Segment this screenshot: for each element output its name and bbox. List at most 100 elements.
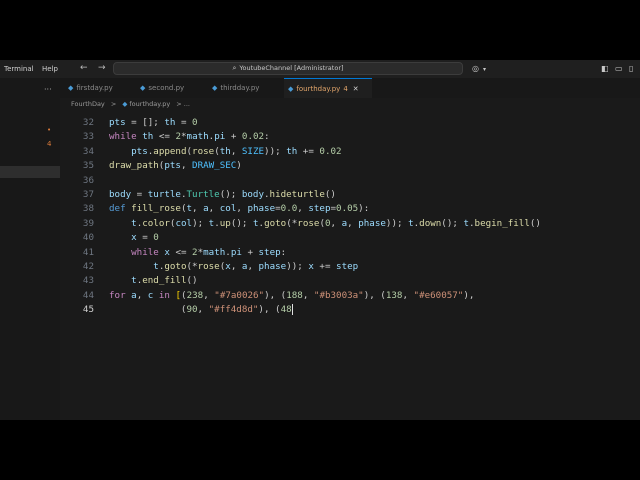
editor-tabs: ◆ firstday.py ◆ second.py ◆ thirdday.py ◆ fo… [60,78,640,99]
code-text: draw_path(pts, DRAW_SEC) [109,159,242,173]
code-token: 0 [192,117,198,128]
vscode-window: Terminal Help ← → ⌕ YoutubeChannel [Admin… [0,60,640,420]
code-text: x = 0 [109,231,159,245]
code-editor[interactable]: 32 pts = []; th = 0 33 while th <= 2*math.p… [60,111,640,420]
code-token: pi [230,246,242,258]
code-line[interactable]: 45 (90, "#ff4d8d"), (48 [60,303,640,317]
side-panel: ··· • 4 [0,78,60,420]
code-token: , [302,289,314,301]
code-token: )); [385,217,403,229]
code-token: th [219,145,231,157]
code-token: )); [264,145,281,157]
more-actions-icon[interactable]: ··· [44,85,52,94]
code-token: hideturtle [269,189,325,200]
code-line[interactable]: 34 pts.append(rose(th, SIZE)); th += 0.0… [60,145,640,159]
code-text: t.end_fill() [109,274,197,288]
tab-fourthday[interactable]: ◆ fourthday.py 4 ✕ [284,78,372,98]
breadcrumb-file[interactable]: fourthday.py [129,100,170,108]
code-line[interactable]: 43 t.end_fill() [60,274,640,288]
code-token: , [203,289,215,301]
code-line[interactable]: 38 def fill_rose(t, a, col, phase=0.0, st… [60,202,640,216]
code-token: = [131,189,148,200]
layout-panel-icon[interactable]: ▭ [615,64,623,73]
code-token: col [175,217,193,229]
code-token: (* [286,217,298,229]
copilot-icon[interactable]: ◎ [472,64,479,73]
code-token: () [529,217,541,229]
code-line[interactable]: 40 x = 0 [60,231,640,245]
code-line[interactable]: 37 body = turtle.Turtle(); body.hideturtl… [60,188,640,202]
menu-help[interactable]: Help [42,65,58,73]
code-token: : [280,246,287,258]
line-number: 42 [82,261,94,272]
menu-terminal[interactable]: Terminal [4,65,34,73]
line-number: 39 [82,217,94,229]
code-line[interactable]: 42 t.goto(*rose(x, a, phase)); x += step [60,260,640,274]
code-token: phase [358,217,386,229]
code-token: color [142,217,170,229]
breadcrumb-more[interactable]: > ... [176,100,190,108]
layout-sidebar-icon[interactable]: ◧ [601,64,609,73]
code-token: , [136,289,148,301]
code-token: , [347,217,359,229]
line-number: 34 [82,145,94,157]
code-line[interactable]: 36 [60,174,640,188]
code-token: th [164,117,176,128]
code-token: pi [214,131,226,143]
code-token: phase [247,203,276,215]
code-token: in [158,289,170,301]
python-file-icon: ◆ [68,84,74,92]
code-token: end_fill [142,275,187,287]
selected-explorer-row[interactable] [0,166,60,178]
code-token: , [230,261,242,272]
code-token: 0.0 [280,203,298,215]
code-token: Turtle [186,189,220,200]
code-line[interactable]: 32 pts = []; th = 0 [60,116,640,130]
code-text: t.goto(*rose(x, a, phase)); x += step [109,260,358,274]
tab-firstday[interactable]: ◆ firstday.py [68,78,130,98]
line-number: 37 [82,189,94,200]
code-token: rose [192,145,215,157]
code-token: fill_rose [131,203,181,215]
copilot-dropdown-icon[interactable]: ▾ [483,66,486,73]
code-token: , [247,261,259,272]
code-token: , [236,203,248,215]
command-center-search[interactable]: ⌕ YoutubeChannel [Administrator] [113,62,463,75]
code-token: step [336,261,359,272]
code-token: step [258,246,281,258]
code-line[interactable]: 44 for a, c in [(238, "#7a0026"), (188, "… [60,289,640,303]
code-token: += [297,145,320,157]
close-tab-icon[interactable]: ✕ [353,85,359,93]
code-token: 90 [186,304,198,316]
breadcrumb-separator: > [110,100,117,108]
code-token: math [203,246,226,258]
code-token: , [180,160,193,172]
code-token: begin_fill [474,217,530,229]
code-token: rose [197,261,220,272]
layout-customize-icon[interactable]: ▯ [629,64,633,73]
tab-second[interactable]: ◆ second.py [140,78,200,98]
code-token: math [186,131,209,143]
code-line[interactable]: 41 while x <= 2*math.pi + step: [60,246,640,260]
code-line[interactable]: 35 draw_path(pts, DRAW_SEC) [60,159,640,173]
back-arrow-icon[interactable]: ← [80,63,88,73]
code-token: : [264,131,270,143]
code-line[interactable]: 33 while th <= 2*math.pi + 0.02: [60,130,640,144]
code-token: 48 [280,304,292,316]
breadcrumb-folder[interactable]: FourthDay [71,100,105,108]
code-token: (); [219,189,242,200]
line-number: 45 [82,304,94,316]
code-token: + [241,246,259,258]
tab-thirdday[interactable]: ◆ thirdday.py [212,78,278,98]
code-token: 138 [385,289,403,301]
line-number: 38 [82,203,94,215]
line-number: 33 [82,131,94,143]
code-token: body [241,189,264,200]
forward-arrow-icon[interactable]: → [98,63,106,73]
code-token: "#7a0026" [214,289,265,301]
code-token: , [330,217,342,229]
code-line[interactable]: 39 t.color(col); t.up(); t.goto(*rose(0,… [60,217,640,231]
